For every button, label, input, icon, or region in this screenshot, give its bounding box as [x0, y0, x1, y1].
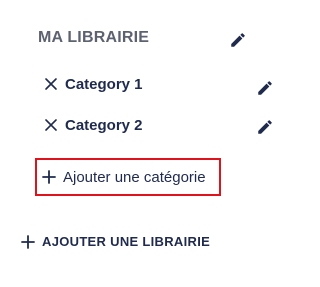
plus-icon	[21, 234, 35, 249]
plus-icon	[42, 170, 56, 184]
add-library-label: AJOUTER UNE LIBRAIRIE	[42, 234, 211, 249]
add-library-button[interactable]: AJOUTER UNE LIBRAIRIE	[21, 234, 210, 249]
category-label: Category 2	[65, 116, 143, 134]
edit-library-pencil-icon[interactable]	[229, 31, 247, 49]
category-label: Category 1	[65, 75, 143, 93]
add-category-button[interactable]: Ajouter une catégorie	[35, 158, 221, 196]
category-item-1: Category 1	[43, 74, 143, 94]
category-item-2: Category 2	[43, 115, 143, 135]
remove-category-close-icon[interactable]	[43, 76, 59, 92]
edit-category-pencil-icon[interactable]	[256, 79, 274, 97]
edit-category-pencil-icon[interactable]	[256, 118, 274, 136]
add-category-label: Ajouter une catégorie	[63, 168, 206, 186]
library-title: MA LIBRAIRIE	[38, 29, 150, 46]
remove-category-close-icon[interactable]	[43, 117, 59, 133]
